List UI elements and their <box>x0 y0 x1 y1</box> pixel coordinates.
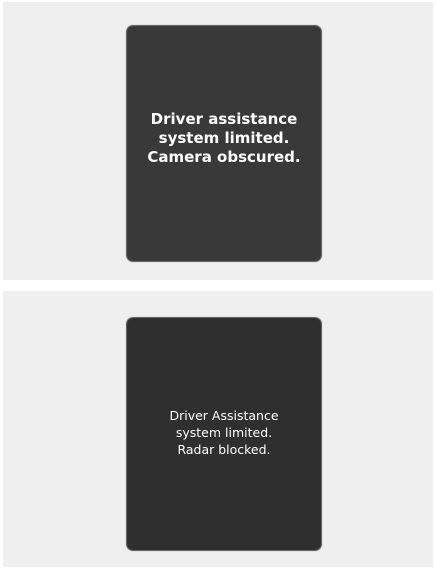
warning-panel-camera: Driver assistance system limited. Camera… <box>3 2 433 280</box>
message-line: Radar blocked. <box>177 442 271 457</box>
message-line: Camera obscured. <box>147 148 301 166</box>
message-line: system limited. <box>158 129 290 147</box>
message-line: Driver assistance <box>150 110 298 128</box>
camera-obscured-message: Driver assistance system limited. Camera… <box>127 110 321 167</box>
cluster-display-radar-warning: Driver Assistance system limited. Radar … <box>126 317 322 551</box>
message-line: system limited. <box>175 425 273 440</box>
message-line: Driver Assistance <box>169 408 279 423</box>
radar-blocked-message: Driver Assistance system limited. Radar … <box>127 407 321 458</box>
cluster-display-camera-warning: Driver assistance system limited. Camera… <box>126 25 322 262</box>
warning-panel-radar: Driver Assistance system limited. Radar … <box>3 291 433 567</box>
